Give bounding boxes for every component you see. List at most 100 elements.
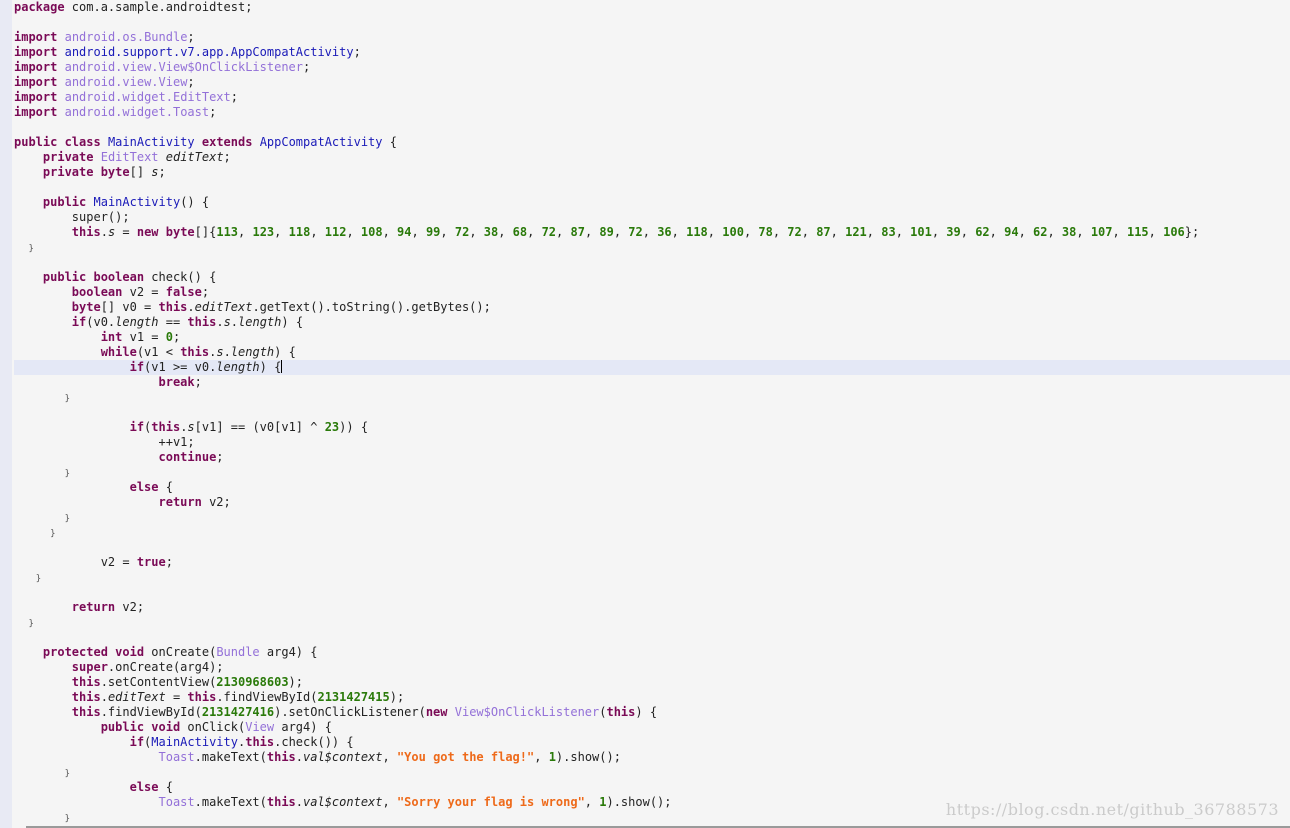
code-token: boolean <box>71 285 123 299</box>
code-token: , <box>1018 225 1034 239</box>
code-line[interactable]: this.setContentView(2130968603); <box>14 675 1290 690</box>
code-line[interactable]: else { <box>14 780 1290 795</box>
code-token: super(); <box>14 210 130 224</box>
code-line[interactable] <box>14 15 1290 30</box>
code-token: length <box>230 345 275 359</box>
code-token: [] v0 = <box>100 300 159 314</box>
code-line[interactable]: import android.support.v7.app.AppCompatA… <box>14 45 1290 60</box>
code-line[interactable] <box>14 120 1290 135</box>
code-token: ++v1; <box>14 435 195 449</box>
code-token: onClick( <box>180 720 246 734</box>
code-line[interactable]: continue; <box>14 450 1290 465</box>
code-line[interactable]: while(v1 < this.s.length) { <box>14 345 1290 360</box>
code-token: import <box>14 105 58 119</box>
code-line[interactable]: if(v0.length == this.s.length) { <box>14 315 1290 330</box>
code-token: ).setOnClickListener( <box>274 705 426 719</box>
code-token: this <box>71 225 101 239</box>
code-line[interactable]: return v2; <box>14 495 1290 510</box>
code-line[interactable]: break; <box>14 375 1290 390</box>
code-line[interactable]: } <box>14 570 1290 585</box>
code-token: private <box>42 150 94 164</box>
code-line[interactable]: } <box>14 615 1290 630</box>
code-line[interactable]: super(); <box>14 210 1290 225</box>
code-line[interactable]: } <box>14 525 1290 540</box>
code-token: } <box>28 619 34 629</box>
code-line[interactable]: private byte[] s; <box>14 165 1290 180</box>
code-line[interactable]: else { <box>14 480 1290 495</box>
code-token: , <box>584 795 600 809</box>
code-token: , <box>556 225 571 239</box>
code-line[interactable]: if(MainActivity.this.check()) { <box>14 735 1290 750</box>
code-editor[interactable]: package com.a.sample.androidtest; import … <box>14 0 1290 828</box>
code-token: import <box>14 90 58 104</box>
code-token: } <box>35 574 42 584</box>
code-line[interactable]: this.editText = this.findViewById(213142… <box>14 690 1290 705</box>
code-token: , <box>310 225 325 239</box>
code-line[interactable]: v2 = true; <box>14 555 1290 570</box>
code-token: . <box>295 795 304 809</box>
code-line[interactable]: if(this.s[v1] == (v0[v1] ^ 23)) { <box>14 420 1290 435</box>
code-line[interactable] <box>14 585 1290 600</box>
code-token: 99 <box>425 225 441 239</box>
code-line[interactable]: return v2; <box>14 600 1290 615</box>
code-line[interactable]: this.findViewById(2131427416).setOnClick… <box>14 705 1290 720</box>
code-line[interactable]: if(v1 >= v0.length) { <box>14 360 1290 375</box>
code-line[interactable]: import android.view.View$OnClickListener… <box>14 60 1290 75</box>
code-token: import <box>14 45 58 59</box>
code-line[interactable]: } <box>14 240 1290 255</box>
code-line[interactable] <box>14 405 1290 420</box>
code-token: false <box>165 285 202 299</box>
code-line[interactable]: public MainActivity() { <box>14 195 1290 210</box>
code-token: ; <box>165 555 173 569</box>
code-line[interactable]: ++v1; <box>14 435 1290 450</box>
code-line[interactable] <box>14 540 1290 555</box>
code-line[interactable]: } <box>14 465 1290 480</box>
code-token: editText <box>194 300 253 314</box>
code-token: length <box>115 315 159 329</box>
code-line[interactable]: private EditText editText; <box>14 150 1290 165</box>
code-token: 62 <box>975 225 990 239</box>
code-token: public <box>42 195 87 209</box>
code-token: this <box>187 315 217 329</box>
code-line[interactable] <box>14 255 1290 270</box>
code-line[interactable]: Toast.makeText(this.val$context, "You go… <box>14 750 1290 765</box>
code-line[interactable]: import android.os.Bundle; <box>14 30 1290 45</box>
code-token: this <box>245 735 275 749</box>
code-line[interactable]: } <box>14 765 1290 780</box>
code-line[interactable]: protected void onCreate(Bundle arg4) { <box>14 645 1290 660</box>
code-line[interactable]: this.s = new byte[]{113, 123, 118, 112, … <box>14 225 1290 240</box>
code-token: , <box>960 225 976 239</box>
code-token: android.widget.Toast <box>64 105 210 119</box>
code-line[interactable]: } <box>14 510 1290 525</box>
code-line[interactable]: import android.widget.EditText; <box>14 90 1290 105</box>
code-line[interactable]: super.onCreate(arg4); <box>14 660 1290 675</box>
code-line[interactable]: import android.view.View; <box>14 75 1290 90</box>
code-line[interactable]: } <box>14 390 1290 405</box>
code-token: == <box>158 315 188 329</box>
code-line[interactable]: boolean v2 = false; <box>14 285 1290 300</box>
code-line[interactable]: package com.a.sample.androidtest; <box>14 0 1290 15</box>
code-token: , <box>866 225 882 239</box>
code-line[interactable]: public boolean check() { <box>14 270 1290 285</box>
code-line[interactable]: int v1 = 0; <box>14 330 1290 345</box>
code-token: if <box>129 735 145 749</box>
code-token: 106 <box>1163 225 1185 239</box>
code-line[interactable]: public void onClick(View arg4) { <box>14 720 1290 735</box>
code-line[interactable] <box>14 180 1290 195</box>
code-token: ; <box>230 90 238 104</box>
code-line[interactable]: public class MainActivity extends AppCom… <box>14 135 1290 150</box>
code-line[interactable] <box>14 630 1290 645</box>
code-token: , <box>707 225 723 239</box>
code-line[interactable]: import android.widget.Toast; <box>14 105 1290 120</box>
code-line[interactable]: byte[] v0 = this.editText.getText().toSt… <box>14 300 1290 315</box>
